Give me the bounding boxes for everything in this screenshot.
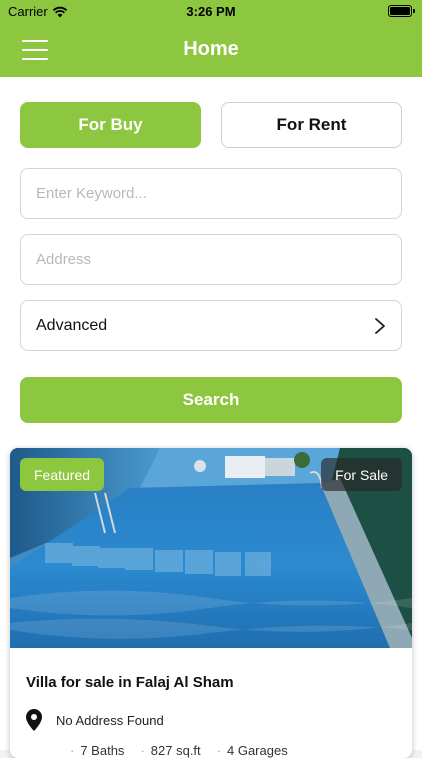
main-content: For Buy For Rent Advanced Search	[0, 77, 422, 758]
page-title: Home	[183, 38, 239, 60]
keyword-input[interactable]	[21, 169, 401, 218]
listing-meta: 7 Baths 827 sq.ft 4 Garages	[70, 743, 396, 758]
location-pin-icon	[26, 709, 42, 731]
listing-title: Villa for sale in Falaj Al Sham	[26, 674, 234, 691]
battery-icon	[388, 5, 415, 17]
chevron-right-icon	[375, 317, 385, 334]
tab-for-buy[interactable]: For Buy	[20, 102, 201, 148]
baths-count: 7 Baths	[70, 743, 124, 758]
featured-badge: Featured	[20, 458, 105, 491]
sale-status-badge: For Sale	[321, 458, 402, 491]
listing-photo[interactable]: Featured For Sale	[10, 448, 412, 648]
listing-type-tabs: For Buy For Rent	[20, 102, 402, 148]
address-text: No Address Found	[56, 712, 164, 728]
nav-bar: Home	[0, 22, 422, 77]
keyword-field	[20, 168, 402, 219]
advanced-label: Advanced	[36, 316, 108, 334]
status-bar: Carrier 3:26 PM	[0, 0, 422, 22]
advanced-select[interactable]: Advanced	[20, 300, 402, 351]
area-size: 827 sq.ft	[140, 743, 201, 758]
listing-address: No Address Found	[26, 709, 396, 731]
tab-for-rent[interactable]: For Rent	[221, 102, 402, 148]
address-field	[20, 234, 402, 285]
listing-card[interactable]: Featured For Sale Villa for sale in Fala…	[10, 448, 412, 758]
clock: 3:26 PM	[186, 4, 236, 19]
address-input[interactable]	[21, 235, 401, 284]
garages-count: 4 Garages	[217, 743, 288, 758]
search-button[interactable]: Search	[20, 377, 402, 423]
listing-details: Villa for sale in Falaj Al Sham No Addre…	[10, 648, 412, 758]
